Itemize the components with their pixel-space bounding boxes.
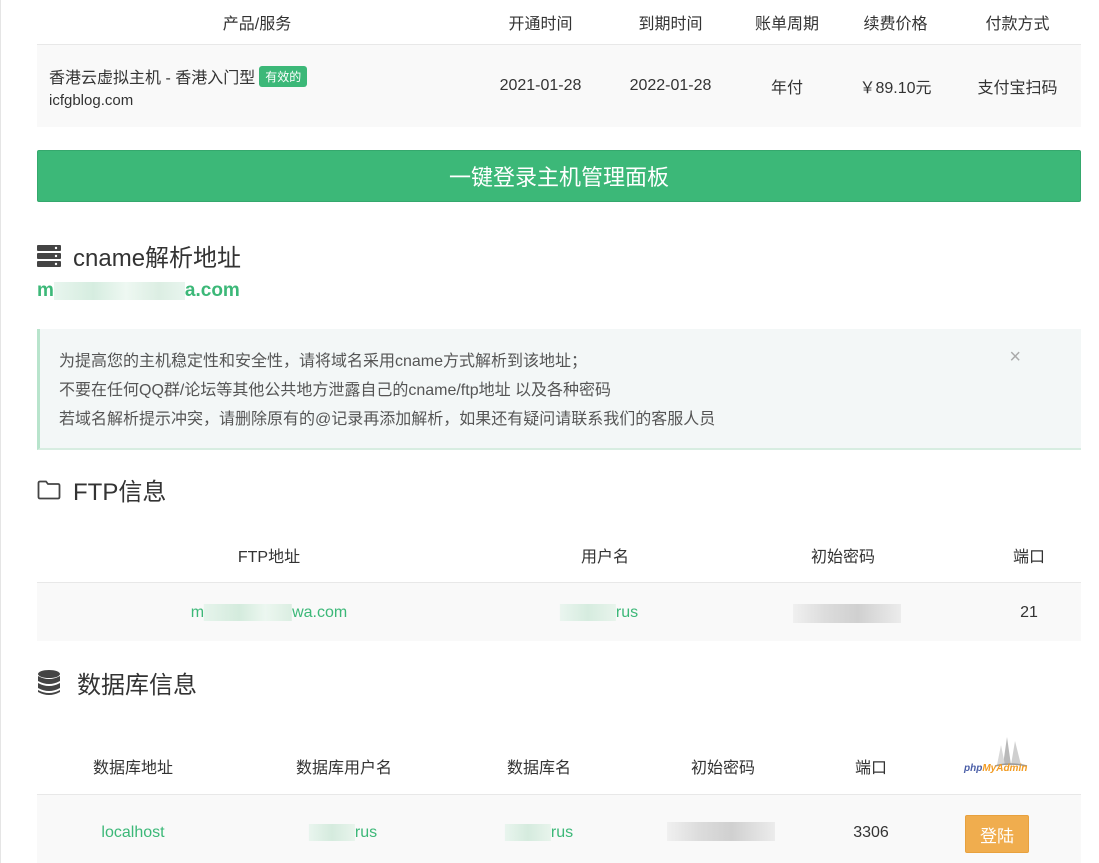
- close-icon[interactable]: ×: [1009, 347, 1021, 367]
- ftp-table-header: FTP地址 用户名 初始密码 端口: [37, 522, 1081, 583]
- col-product: 产品/服务: [222, 16, 292, 33]
- product-row: 香港云虚拟主机 - 香港入门型 有效的 icfgblog.com 2021-01-…: [37, 45, 1081, 127]
- ftp-section-title: FTP信息: [37, 472, 166, 507]
- renewal-price: ￥89.10元: [859, 80, 932, 97]
- redacted-mask: [559, 604, 616, 622]
- redacted-mask: [667, 822, 775, 841]
- folder-icon: [37, 480, 61, 499]
- db-row: localhost rus rus 3306 登陆: [37, 795, 1081, 863]
- db-address[interactable]: localhost: [101, 824, 164, 842]
- db-username[interactable]: rus: [308, 824, 377, 842]
- ftp-username[interactable]: rus: [559, 604, 638, 622]
- col-payment: 付款方式: [985, 16, 1050, 33]
- db-col-username: 数据库用户名: [295, 760, 393, 777]
- db-section-title: 数据库信息: [37, 665, 197, 700]
- billing-cycle: 年付: [770, 80, 803, 97]
- db-table-header: 数据库地址 数据库用户名 数据库名 初始密码 端口 phpMyAdmin: [37, 733, 1081, 795]
- col-price: 续费价格: [863, 16, 928, 33]
- ftp-col-port: 端口: [1012, 549, 1046, 566]
- notice-line-2: 不要在任何QQ群/论坛等其他公共地方泄露自己的cname/ftp地址 以及各种密…: [59, 382, 612, 399]
- login-panel-button[interactable]: 一键登录主机管理面板: [37, 150, 1081, 202]
- cname-title: cname解析地址: [73, 245, 242, 272]
- db-col-password: 初始密码: [690, 760, 756, 777]
- db-col-dbname: 数据库名: [506, 760, 572, 777]
- page-left-border: [0, 0, 1, 863]
- database-icon: [38, 669, 60, 695]
- col-start: 开通时间: [508, 16, 573, 33]
- ftp-port: 21: [1020, 604, 1038, 621]
- db-col-address: 数据库地址: [92, 760, 174, 777]
- redacted-mask: [204, 604, 293, 622]
- redacted-mask: [504, 824, 551, 842]
- phpmyadmin-login-button[interactable]: 登陆: [965, 815, 1029, 853]
- ftp-title: FTP信息: [73, 479, 167, 506]
- payment-method: 支付宝扫码: [977, 80, 1058, 97]
- db-col-port: 端口: [854, 760, 888, 777]
- ftp-password[interactable]: [793, 604, 901, 623]
- product-cell: 香港云虚拟主机 - 香港入门型 有效的 icfgblog.com: [37, 64, 477, 109]
- col-cycle: 账单周期: [754, 16, 819, 33]
- ftp-row: m wa.com rus 21: [37, 583, 1081, 641]
- db-port: 3306: [853, 824, 889, 841]
- cname-notice: 为提高您的主机稳定性和安全性，请将域名采用cname方式解析到该地址； 不要在任…: [37, 329, 1081, 450]
- ftp-col-address: FTP地址: [237, 549, 301, 566]
- product-table-header: 产品/服务 开通时间 到期时间 账单周期 续费价格 付款方式: [37, 0, 1081, 45]
- db-name[interactable]: rus: [504, 824, 573, 842]
- db-password[interactable]: [667, 822, 775, 841]
- phpmyadmin-logo[interactable]: phpMyAdmin: [961, 735, 1033, 777]
- cname-address[interactable]: m a.com: [37, 280, 240, 302]
- product-name: 香港云虚拟主机 - 香港入门型: [49, 69, 256, 87]
- start-date: 2021-01-28: [499, 77, 582, 94]
- ftp-col-username: 用户名: [580, 549, 630, 566]
- db-title: 数据库信息: [77, 672, 197, 699]
- col-end: 到期时间: [638, 16, 703, 33]
- server-list-icon: [37, 244, 61, 267]
- redacted-mask: [308, 824, 355, 842]
- redacted-mask: [793, 604, 901, 623]
- status-badge: 有效的: [259, 65, 308, 87]
- logo-text-myadmin: MyAdmin: [982, 763, 1028, 774]
- ftp-col-password: 初始密码: [810, 549, 876, 566]
- end-date: 2022-01-28: [629, 77, 712, 94]
- redacted-mask: [53, 281, 185, 300]
- notice-line-3: 若域名解析提示冲突，请删除原有的@记录再添加解析，如果还有疑问请联系我们的客服人…: [59, 411, 716, 428]
- notice-line-1: 为提高您的主机稳定性和安全性，请将域名采用cname方式解析到该地址；: [59, 353, 588, 370]
- hosting-detail-panel: 产品/服务 开通时间 到期时间 账单周期 续费价格 付款方式 香港云虚拟主机 -…: [37, 0, 1081, 863]
- logo-text-php: php: [964, 763, 983, 774]
- product-domain: icfgblog.com: [49, 91, 134, 109]
- ftp-address[interactable]: m wa.com: [191, 604, 347, 622]
- cname-section-title: cname解析地址: [37, 238, 241, 273]
